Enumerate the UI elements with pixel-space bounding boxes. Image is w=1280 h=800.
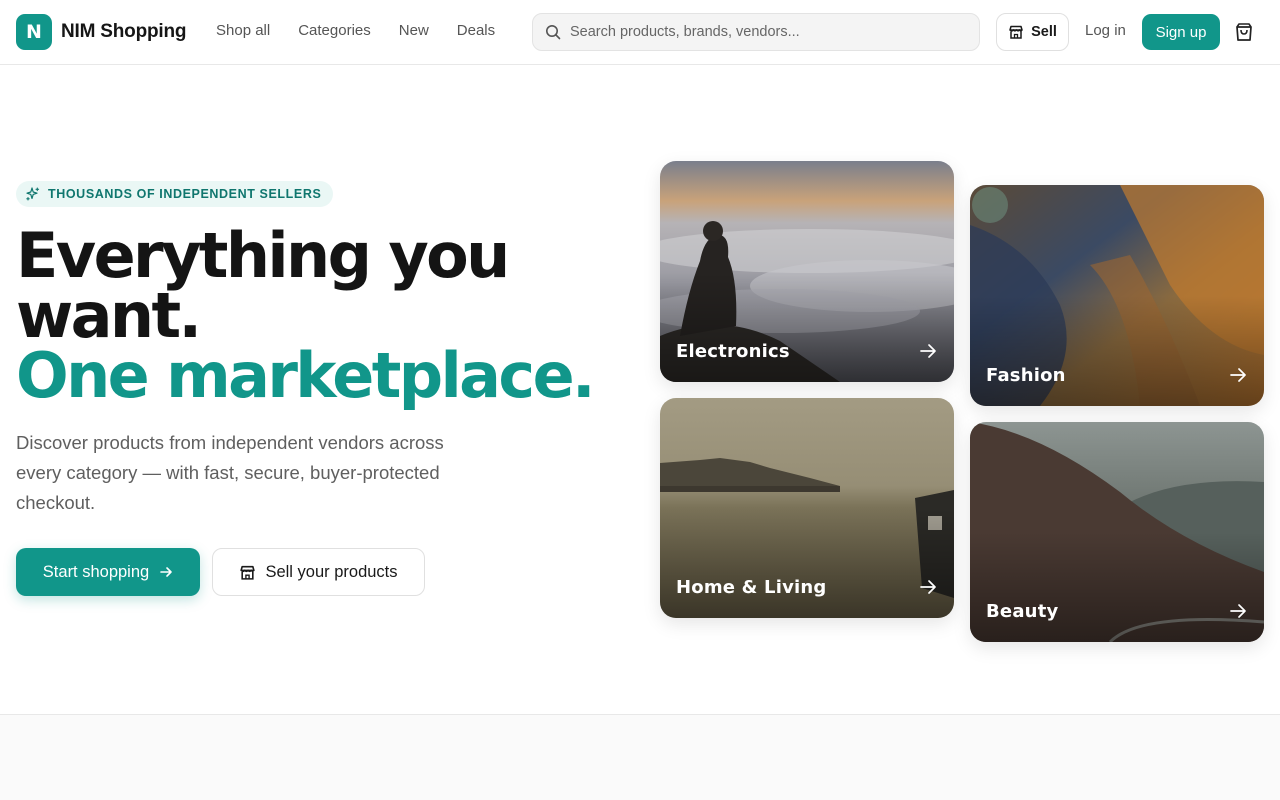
category-label: Home & Living (676, 577, 827, 598)
sell-products-button[interactable]: Sell your products (212, 548, 425, 596)
site-header: N NIM Shopping Shop all Categories New D… (0, 0, 1280, 65)
headline-line-2: want. (16, 279, 202, 352)
nav-shop-all[interactable]: Shop all (216, 22, 270, 39)
main-nav: Shop all Categories New Deals (216, 22, 495, 39)
search-input[interactable] (570, 24, 950, 40)
category-label: Beauty (986, 601, 1059, 622)
category-card-beauty[interactable]: Beauty (970, 422, 1264, 642)
start-shopping-button[interactable]: Start shopping (16, 548, 200, 596)
category-card-fashion[interactable]: Fashion (970, 185, 1264, 406)
sparkles-icon (26, 187, 40, 201)
signup-button[interactable]: Sign up (1142, 14, 1220, 50)
hero-headline: Everything you want. One marketplace. (16, 219, 616, 412)
category-card-home-living[interactable]: Home & Living (660, 398, 954, 618)
sell-button[interactable]: Sell (996, 13, 1069, 51)
sell-button-label: Sell (1031, 24, 1057, 40)
nav-new[interactable]: New (399, 22, 429, 39)
nav-deals[interactable]: Deals (457, 22, 495, 39)
brand-mark: N (16, 14, 52, 50)
brand-name: NIM Shopping (61, 21, 187, 42)
headline-accent: One marketplace. (16, 339, 596, 412)
headline-line-1: Everything you (16, 219, 510, 292)
arrow-right-icon (920, 344, 936, 358)
arrow-right-icon (160, 567, 173, 577)
category-label: Fashion (986, 365, 1066, 386)
sell-products-label: Sell your products (265, 562, 398, 581)
start-shopping-label: Start shopping (42, 562, 150, 581)
storefront-icon (1009, 25, 1023, 39)
category-card-electronics[interactable]: Electronics (660, 161, 954, 382)
hero-subtitle: Discover products from independent vendo… (16, 432, 444, 513)
next-section (0, 714, 1280, 800)
login-link[interactable]: Log in (1085, 22, 1126, 39)
shopping-bag-icon[interactable] (1233, 21, 1255, 43)
arrow-right-icon (1230, 604, 1246, 618)
badge-text: THOUSANDS OF INDEPENDENT SELLERS (48, 187, 322, 201)
category-label: Electronics (676, 341, 790, 362)
brand-logo[interactable]: N NIM Shopping (16, 14, 186, 50)
storefront-icon (240, 565, 256, 580)
search-icon (546, 25, 561, 40)
nav-categories[interactable]: Categories (298, 22, 371, 39)
sellers-badge: THOUSANDS OF INDEPENDENT SELLERS (16, 181, 334, 207)
arrow-right-icon (920, 580, 936, 594)
arrow-right-icon (1230, 368, 1246, 382)
search-bar[interactable] (532, 13, 980, 51)
